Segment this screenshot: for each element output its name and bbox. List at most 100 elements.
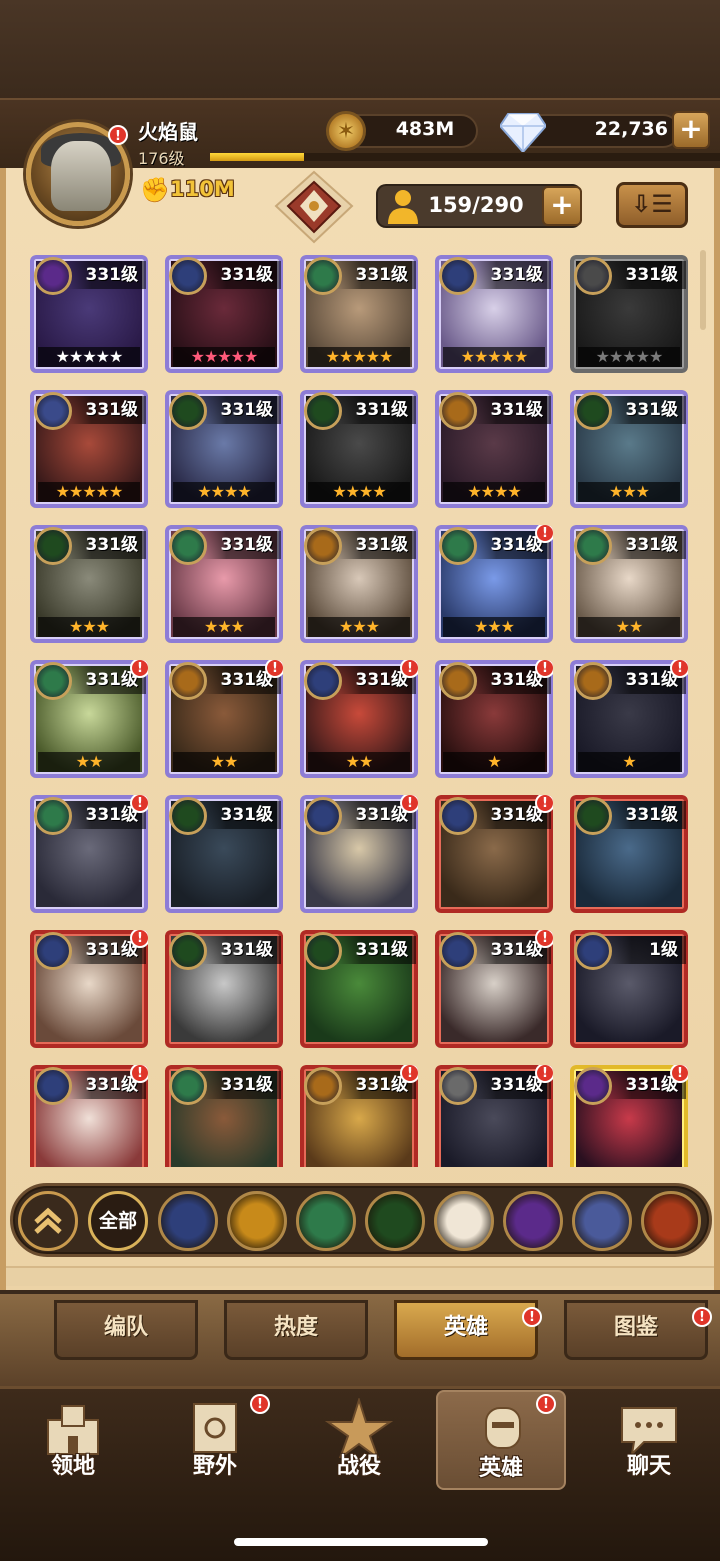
filter-wilder-icon[interactable] <box>296 1191 356 1251</box>
hero-card[interactable]: 331级 <box>570 795 688 913</box>
hero-card[interactable]: 331级 ★★! <box>30 660 148 778</box>
hero-card[interactable]: 331级! <box>30 795 148 913</box>
hero-card[interactable]: 331级 ★★! <box>165 660 283 778</box>
hero-card[interactable]: 331级! <box>30 1065 148 1167</box>
hero-card[interactable]: 331级! <box>300 1065 418 1167</box>
hero-level: 331级 <box>608 531 686 559</box>
hero-card[interactable]: 331级! <box>435 930 553 1048</box>
filter-lightbearer-icon[interactable] <box>158 1191 218 1251</box>
hero-card[interactable]: 331级 ★★★★ <box>300 390 418 508</box>
hero-stars: ★★★★★ <box>38 347 140 367</box>
faction-icon <box>169 392 207 430</box>
faction-icon <box>574 797 612 835</box>
hero-card[interactable]: 331级! <box>435 795 553 913</box>
faction-icon <box>169 527 207 565</box>
hero-card[interactable]: 331级! <box>300 795 418 913</box>
hero-card[interactable]: 331级! <box>30 930 148 1048</box>
hero-card[interactable]: 331级 ★★★★★ <box>30 390 148 508</box>
hero-stars: ★★★ <box>443 617 545 637</box>
hero-card[interactable]: 331级 ★★★ <box>300 525 418 643</box>
home-indicator[interactable] <box>234 1538 488 1546</box>
expand-roster-button[interactable]: + <box>542 186 582 226</box>
hero-stars: ★★★★★ <box>443 347 545 367</box>
nav-label: 英雄 <box>478 1456 523 1481</box>
hero-card[interactable]: 331级 ★★★★★ <box>30 255 148 373</box>
hero-card[interactable]: 331级 ★★★! <box>435 525 553 643</box>
faction-icon <box>169 797 207 835</box>
hero-card[interactable]: 331级 ★★★★ <box>435 390 553 508</box>
hero-card[interactable]: 331级 ★! <box>435 660 553 778</box>
faction-icon <box>439 797 477 835</box>
filter-mauler-icon[interactable] <box>227 1191 287 1251</box>
filter-draconis-icon[interactable] <box>641 1191 701 1251</box>
add-diamonds-button[interactable]: + <box>672 111 710 149</box>
hero-card[interactable]: 331级 ★★★ <box>30 525 148 643</box>
faction-icon <box>574 932 612 970</box>
sort-button[interactable]: ⇩☰ <box>616 182 688 228</box>
filter-celestial-icon[interactable] <box>434 1191 494 1251</box>
hero-alert-badge: ! <box>670 660 688 678</box>
avatar-alert-badge: ! <box>108 125 128 145</box>
faction-icon <box>34 392 72 430</box>
nav-alert-badge: ! <box>250 1394 270 1414</box>
person-icon <box>388 190 418 224</box>
faction-icon <box>304 1067 342 1105</box>
gold-amount: 483M <box>395 118 455 140</box>
hero-stars: ★★ <box>308 752 410 772</box>
faction-icon <box>169 1067 207 1105</box>
hero-card[interactable]: 331级 <box>165 795 283 913</box>
nav-campaign[interactable]: 战役 <box>294 1390 424 1490</box>
nav-chat[interactable]: 聊天 <box>584 1390 714 1490</box>
faction-icon <box>304 932 342 970</box>
double-chevron-up-icon <box>34 1207 62 1234</box>
subtab-popularity[interactable]: 热度 <box>224 1300 368 1360</box>
hero-card[interactable]: 331级 <box>165 1065 283 1167</box>
resonating-crystal-icon[interactable] <box>272 170 356 244</box>
hero-card[interactable]: 331级 <box>165 930 283 1048</box>
filter-graveborn-icon[interactable] <box>365 1191 425 1251</box>
hero-stars: ★★★★★ <box>308 347 410 367</box>
hero-card[interactable]: 331级 ★! <box>570 660 688 778</box>
hero-card[interactable]: 331级! <box>570 1065 688 1167</box>
hero-card[interactable]: 331级 ★★★★★ <box>435 255 553 373</box>
hero-card[interactable]: 331级 <box>300 930 418 1048</box>
hero-level: 331级 <box>338 936 416 964</box>
power-value: 110M <box>170 177 235 201</box>
filter-dimensional-icon[interactable] <box>572 1191 632 1251</box>
top-band <box>0 0 720 100</box>
hero-level: 331级 <box>338 396 416 424</box>
nav-ranhorn[interactable]: 领地 <box>8 1390 138 1490</box>
hero-card[interactable]: 331级 ★★★★★ <box>570 255 688 373</box>
hero-level: 331级 <box>203 261 281 289</box>
hero-stars: ★ <box>578 752 680 772</box>
hero-grid: 331级 ★★★★★ 331级 ★★★★★ 331级 ★★★★★ 331级 ★★★★★ 331级… <box>30 255 700 1167</box>
fist-power-icon: ✊ <box>140 176 170 204</box>
hero-card[interactable]: 331级! <box>435 1065 553 1167</box>
faction-icon <box>574 662 612 700</box>
hero-card[interactable]: 331级 ★★★★ <box>165 390 283 508</box>
subtab-heroes[interactable]: 英雄 <box>394 1300 538 1360</box>
filter-all-button[interactable]: 全部 <box>88 1191 148 1251</box>
hero-level: 331级 <box>68 531 146 559</box>
player-name: 火焰鼠 <box>138 120 198 144</box>
faction-icon <box>439 392 477 430</box>
hero-card[interactable]: 331级 ★★★★★ <box>165 255 283 373</box>
hero-card[interactable]: 331级 ★★! <box>300 660 418 778</box>
hero-card[interactable]: 331级 ★★ <box>570 525 688 643</box>
hero-stars: ★ <box>443 752 545 772</box>
hero-card[interactable]: 331级 ★★★ <box>165 525 283 643</box>
hero-alert-badge: ! <box>535 660 553 678</box>
faction-icon <box>439 932 477 970</box>
faction-icon <box>34 662 72 700</box>
hero-card[interactable]: 331级 ★★★ <box>570 390 688 508</box>
subtab-formation[interactable]: 编队 <box>54 1300 198 1360</box>
collapse-filter-button[interactable] <box>18 1191 78 1251</box>
filter-hypogean-icon[interactable] <box>503 1191 563 1251</box>
subtab-collection[interactable]: 图鉴 <box>564 1300 708 1360</box>
panel-footer <box>6 1266 714 1286</box>
grid-scrollbar[interactable] <box>700 250 706 330</box>
hero-card[interactable]: 331级 ★★★★★ <box>300 255 418 373</box>
hero-stars: ★★★ <box>173 617 275 637</box>
hero-card[interactable]: 1级 <box>570 930 688 1048</box>
faction-icon <box>574 392 612 430</box>
